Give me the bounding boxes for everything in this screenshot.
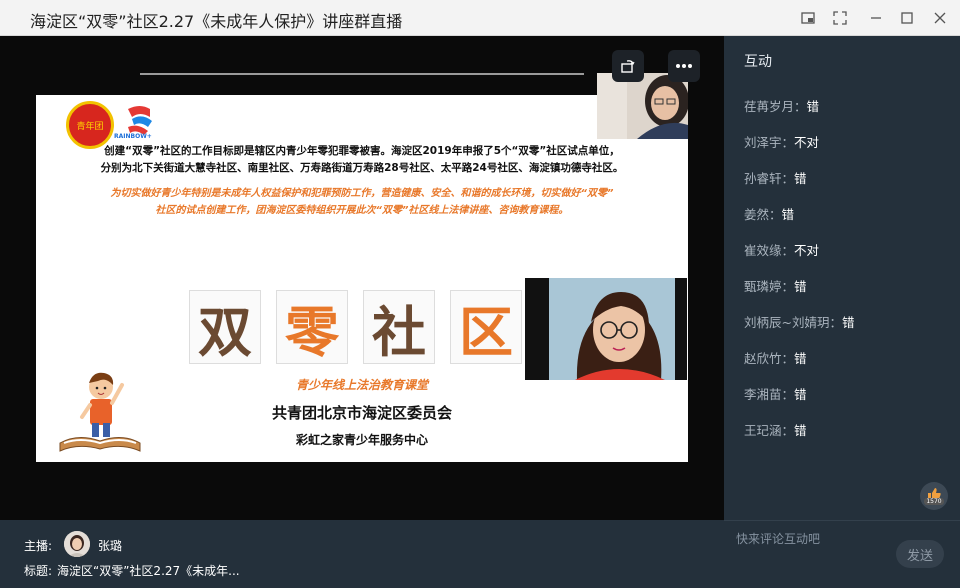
comment-colon: ： [829,315,842,330]
close-icon[interactable] [930,8,950,28]
camera-feed-large[interactable] [525,278,687,380]
comment-item: 赵欣竹：错 [744,348,855,384]
mini-window-icon[interactable] [798,8,818,28]
slide-organization-1: 共青团北京市海淀区委员会 [271,404,452,422]
avatar[interactable] [64,531,90,557]
comment-item: 荏苒岁月：错 [744,96,855,132]
slide-paragraph-1-line-2: 分别为北下关街道大慧寺社区、南里社区、万寿路街道万寿路28号社区、太平路24号社… [100,162,624,174]
camera-feed-small[interactable] [597,73,688,139]
comment-text: 不对 [794,243,820,258]
league-logo: 青年团 [66,101,114,149]
comment-colon: ： [781,387,795,402]
comment-author: 孙睿轩 [744,171,782,186]
like-button[interactable]: 1570 [920,482,948,510]
slide-paragraph-2: 为切实做好青少年特别是未成年人权益保护和犯罪预防工作，营造健康、安全、和谐的成长… [36,185,688,219]
big-char-4: 区 [450,290,522,364]
comment-item: 甄璘婷：错 [744,276,855,312]
like-count: 1570 [924,497,944,505]
slide-paragraph-2-line-1: 为切实做好青少年特别是未成年人权益保护和犯罪预防工作，营造健康、安全、和谐的成长… [110,188,614,199]
comment-author: 刘柄辰~刘婧玥 [744,315,830,330]
rotate-screen-button[interactable] [612,50,644,82]
comment-text: 错 [794,423,807,438]
comment-text: 不对 [794,135,820,150]
send-button[interactable]: 发送 [896,540,944,568]
comment-item: 孙睿轩：错 [744,168,855,204]
rainbow-logo-text: RAINBOW+ [114,133,152,140]
comment-colon: ： [781,243,795,258]
title-label: 标题: [24,564,53,578]
panel-divider [724,520,960,521]
slide-paragraph-2-line-2: 社区的试点创建工作，团海淀区委特组织开展此次“双零”社区线上法律讲座、咨询教育课… [155,205,569,216]
big-char-3: 社 [363,290,435,364]
interaction-panel: 互动 荏苒岁月：错 刘泽宇：不对 孙睿轩：错 姜然：错 崔效缘：不对 甄璘婷：错… [724,36,960,588]
video-stage[interactable]: 青年团 RAINBOW+ 创建“双零”社区的工作目标即是辖区内青少年零犯罪零被害… [0,36,724,520]
rotate-icon [621,60,635,73]
comment-colon: ： [781,423,795,438]
comment-author: 刘泽宇 [744,135,782,150]
stream-title: 海淀区“双零”社区2.27《未成年... [57,564,240,578]
comment-author: 荏苒岁月 [744,99,795,114]
comment-text: 错 [794,351,807,366]
comment-list[interactable]: 荏苒岁月：错 刘泽宇：不对 孙睿轩：错 姜然：错 崔效缘：不对 甄璘婷：错 刘柄… [744,96,855,456]
more-dots-icon [676,64,692,68]
minimize-icon[interactable] [866,8,886,28]
comment-input[interactable]: 快来评论互动吧 [736,530,820,547]
comment-item: 王玘涵：错 [744,420,855,456]
comment-item: 刘泽宇：不对 [744,132,855,168]
expand-icon[interactable] [830,8,850,28]
slide-organization-2: 彩虹之家青少年服务中心 [295,433,428,447]
comment-author: 姜然 [744,207,770,222]
comment-colon: ： [781,279,795,294]
comment-item: 李湘苗：错 [744,384,855,420]
comment-text: 错 [842,315,855,330]
comment-text: 错 [806,99,820,114]
slide-paragraph-1-line-1: 创建“双零”社区的工作目标即是辖区内青少年零犯罪零被害。海淀区2019年申报了5… [104,145,620,157]
maximize-icon[interactable] [897,8,917,28]
comment-item: 崔效缘：不对 [744,240,855,276]
window-titlebar: 海淀区“双零”社区2.27《未成年人保护》讲座群直播 [0,0,960,36]
comment-text: 错 [794,279,807,294]
comment-text: 错 [781,207,795,222]
more-options-button[interactable] [668,50,700,82]
comment-colon: ： [769,207,782,222]
comment-author: 王玘涵 [744,423,782,438]
comment-text: 错 [794,387,807,402]
comment-author: 李湘苗 [744,387,782,402]
window-title: 海淀区“双零”社区2.27《未成年人保护》讲座群直播 [30,12,403,31]
big-char-1: 双 [189,290,261,364]
comment-item: 姜然：错 [744,204,855,240]
comment-colon: ： [794,99,807,114]
comment-colon: ： [781,351,795,366]
stream-info-bar: 主播: 张璐 标题: 海淀区“双零”社区2.27《未成年... [0,520,724,588]
comment-item: 刘柄辰~刘婧玥：错 [744,312,855,348]
rainbow-logo: RAINBOW+ [114,103,160,143]
comment-author: 赵欣竹 [744,351,782,366]
big-char-2: 零 [276,290,348,364]
league-logo-text: 青年团 [76,121,104,132]
host-label: 主播: [24,539,53,553]
comment-author: 崔效缘 [744,243,782,258]
host-name: 张璐 [98,539,123,553]
comment-colon: ： [781,135,795,150]
comment-author: 甄璘婷 [744,279,782,294]
slide-paragraph-1: 创建“双零”社区的工作目标即是辖区内青少年零犯罪零被害。海淀区2019年申报了5… [36,143,688,177]
comment-text: 错 [794,171,807,186]
comment-colon: ： [781,171,795,186]
interaction-header: 互动 [744,54,772,70]
stream-progress-line [140,73,584,75]
